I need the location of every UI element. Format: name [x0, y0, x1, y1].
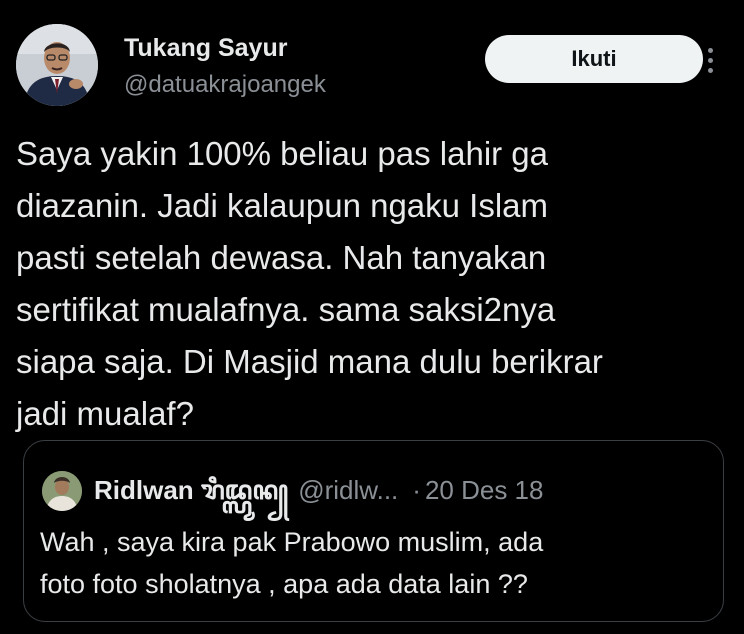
more-vertical-icon[interactable]: [700, 40, 720, 80]
quote-text: Wah , saya kira pak Prabowo muslim, ada …: [40, 521, 710, 605]
tweet-text-line: siapa saja. Di Masjid mana dulu berikrar: [16, 343, 603, 380]
dot: [707, 47, 713, 53]
dot: [707, 67, 713, 73]
tweet-text: Saya yakin 100% beliau pas lahir ga diaz…: [16, 128, 716, 440]
author-name[interactable]: Tukang Sayur: [124, 34, 287, 63]
dot: [707, 57, 713, 63]
quote-author-avatar[interactable]: [42, 471, 82, 511]
quote-separator: ·: [412, 475, 421, 505]
tweet-text-line: diazanin. Jadi kalaupun ngaku Islam: [16, 187, 549, 224]
tweet-text-line: pasti setelah dewasa. Nah tanyakan: [16, 239, 547, 276]
quote-text-line: foto foto sholatnya , apa ada data lain …: [40, 569, 528, 599]
author-avatar[interactable]: [16, 24, 98, 106]
quote-author-handle[interactable]: @ridlw...: [298, 475, 398, 505]
quote-text-line: Wah , saya kira pak Prabowo muslim, ada: [40, 527, 544, 557]
tweet-text-line: Saya yakin 100% beliau pas lahir ga: [16, 135, 549, 172]
tweet-text-line: jadi mualaf?: [16, 395, 194, 432]
quote-header: Ridlwan ꦫꦶꦢ꧀ꦭ꧀ꦮꦤ꧀ @ridlw... · 20 Des 18: [94, 473, 543, 507]
follow-button[interactable]: Ikuti: [485, 35, 703, 83]
tweet: Tukang Sayur @datuakrajoangek Ikuti Saya…: [0, 0, 744, 634]
tweet-text-line: sertifikat mualafnya. sama saksi2nya: [16, 291, 556, 328]
quote-author-name[interactable]: Ridlwan ꦫꦶꦢ꧀ꦭ꧀ꦮꦤ꧀: [94, 475, 288, 505]
author-handle[interactable]: @datuakrajoangek: [124, 71, 326, 99]
quote-date[interactable]: 20 Des 18: [425, 475, 544, 505]
quoted-tweet-card[interactable]: Ridlwan ꦫꦶꦢ꧀ꦭ꧀ꦮꦤ꧀ @ridlw... · 20 Des 18 Wah…: [23, 440, 724, 622]
